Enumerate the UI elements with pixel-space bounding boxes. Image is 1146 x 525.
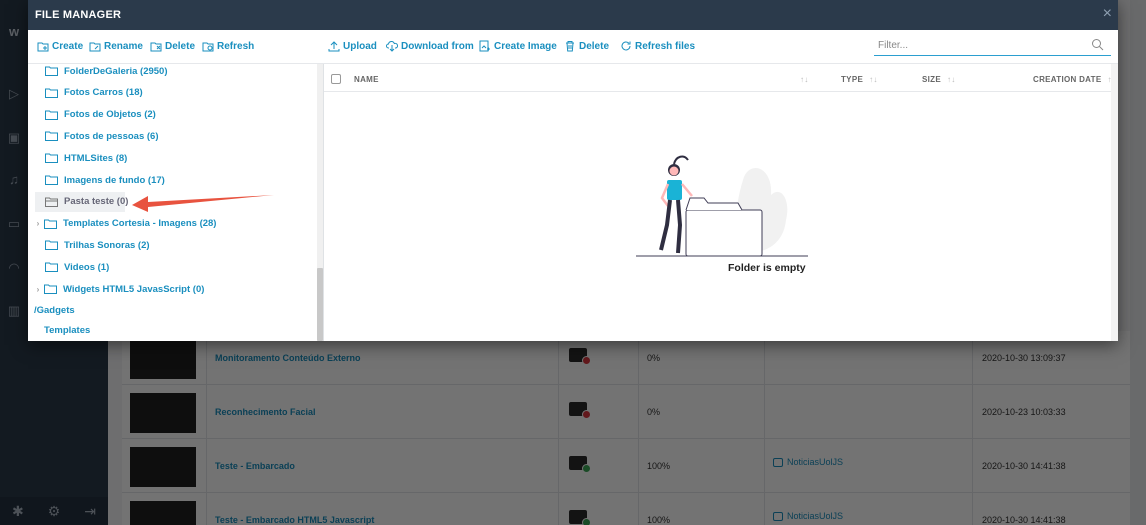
column-date-label: CREATION DATE [1033,75,1102,84]
annotation-arrow-icon [132,195,274,212]
tree-folder[interactable]: › Widgets HTML5 JavasScript (0) [34,279,314,299]
download-from-button[interactable]: Download from [386,40,474,52]
tree-templates-label: Templates [44,324,91,336]
refresh-files-label: Refresh files [635,40,696,52]
panel-divider[interactable] [323,64,324,341]
create-folder-button[interactable]: Create [37,40,83,52]
cloud-download-icon [386,40,398,52]
search-icon[interactable] [1091,38,1104,51]
tree-templates[interactable]: Templates [44,320,90,340]
tree-folder-label: Fotos de Objetos (2) [64,109,156,121]
rename-folder-button[interactable]: Rename [89,40,143,52]
tree-folder-selected[interactable]: Pasta teste (0) [35,191,129,212]
file-manager-modal: FILE MANAGER × Create Rename Delete Refr… [28,0,1118,341]
modal-title: FILE MANAGER [35,9,122,21]
folder-rename-icon [89,42,101,52]
tree-folder-label: Fotos de pessoas (6) [64,130,159,142]
close-icon[interactable]: × [1103,4,1112,24]
sort-type-icon: ↑↓ [869,75,878,84]
tree-folder-label: Trilhas Sonoras (2) [64,239,150,251]
delete-file-button[interactable]: Delete [564,40,609,52]
folder-icon [45,153,64,164]
toolbar: Create Rename Delete Refresh Upload Down… [28,30,1118,64]
folder-icon [45,88,64,98]
modal-header: FILE MANAGER × [28,0,1118,30]
upload-icon [328,41,340,52]
refresh-folder-label: Refresh [217,40,255,52]
tree-folder[interactable]: Videos (1) [35,257,315,277]
tree-folder-label: Fotos Carros (18) [64,87,143,99]
select-all-checkbox[interactable] [331,74,341,84]
tree-folder-label: FolderDeGaleria (2950) [64,65,168,77]
expand-caret-icon[interactable]: › [34,285,42,294]
download-from-label: Download from [401,40,474,52]
folder-icon [45,262,64,273]
create-image-button[interactable]: Create Image [479,40,557,52]
refresh-folder-button[interactable]: Refresh [202,40,254,52]
tree-folder[interactable]: › Templates Cortesia - Imagens (28) [34,214,314,234]
tree-root-gadgets[interactable]: /Gadgets [34,301,75,321]
refresh-icon [621,41,631,51]
expand-caret-icon[interactable]: › [34,219,42,228]
column-creation-date[interactable]: CREATION DATE↑↓ [1033,75,1116,84]
column-type[interactable]: TYPE ↑↓ [841,75,878,84]
tree-folder-label: Templates Cortesia - Imagens (28) [63,218,217,230]
column-type-label: TYPE [841,75,864,84]
tree-folder-label: Pasta teste (0) [64,196,129,208]
folder-icon [45,66,64,76]
column-size[interactable]: SIZE ↑↓ [922,75,956,84]
delete-folder-label: Delete [165,40,196,52]
tree-folder-label: Imagens de fundo (17) [64,174,165,186]
create-folder-label: Create [52,40,84,52]
upload-button[interactable]: Upload [328,40,377,52]
folder-icon [44,284,63,294]
folder-icon [45,240,64,251]
delete-folder-button[interactable]: Delete [150,40,195,52]
file-list-header: NAME ↑↓ TYPE ↑↓ SIZE ↑↓ CREATION DATE↑↓ [324,64,1118,92]
tree-folder[interactable]: Trilhas Sonoras (2) [35,235,315,255]
empty-folder-illustration [636,155,808,257]
column-name[interactable]: NAME [354,75,379,84]
folder-icon [45,175,64,185]
trash-icon [566,41,574,52]
folder-icon [44,219,63,229]
delete-file-label: Delete [579,40,610,52]
folder-icon [45,197,64,207]
tree-folder-label: Widgets HTML5 JavasScript (0) [63,283,205,295]
column-name-label: NAME [354,75,379,84]
sort-size-icon: ↑↓ [946,75,956,84]
column-size-label: SIZE [922,75,941,84]
tree-folder[interactable]: HTMLSites (8) [35,148,315,168]
tree-folder[interactable]: Imagens de fundo (17) [35,170,315,190]
folder-refresh-icon [202,42,214,52]
folder-add-icon [37,42,49,52]
file-list-scrollbar[interactable] [1111,64,1118,341]
rename-folder-label: Rename [104,40,143,52]
tree-folder[interactable]: Fotos de pessoas (6) [35,126,315,146]
tree-folder[interactable]: FolderDeGaleria (2950) [35,64,315,81]
empty-folder-message: Folder is empty [728,262,806,274]
tree-root-label: /Gadgets [34,305,75,317]
create-image-label: Create Image [494,40,557,52]
filter-input[interactable] [874,36,1111,56]
tree-folder[interactable]: Fotos de Objetos (2) [35,105,315,125]
upload-label: Upload [343,40,377,52]
refresh-files-button[interactable]: Refresh files [620,40,695,52]
folder-delete-icon [150,42,162,52]
tree-folder-label: Videos (1) [64,261,110,273]
create-image-icon [479,40,490,52]
sort-name-icon[interactable]: ↑↓ [794,75,809,84]
folder-icon [45,131,64,142]
tree-folder-label: HTMLSites (8) [64,152,128,164]
tree-folder[interactable]: Fotos Carros (18) [35,83,315,103]
folder-icon [45,110,64,120]
